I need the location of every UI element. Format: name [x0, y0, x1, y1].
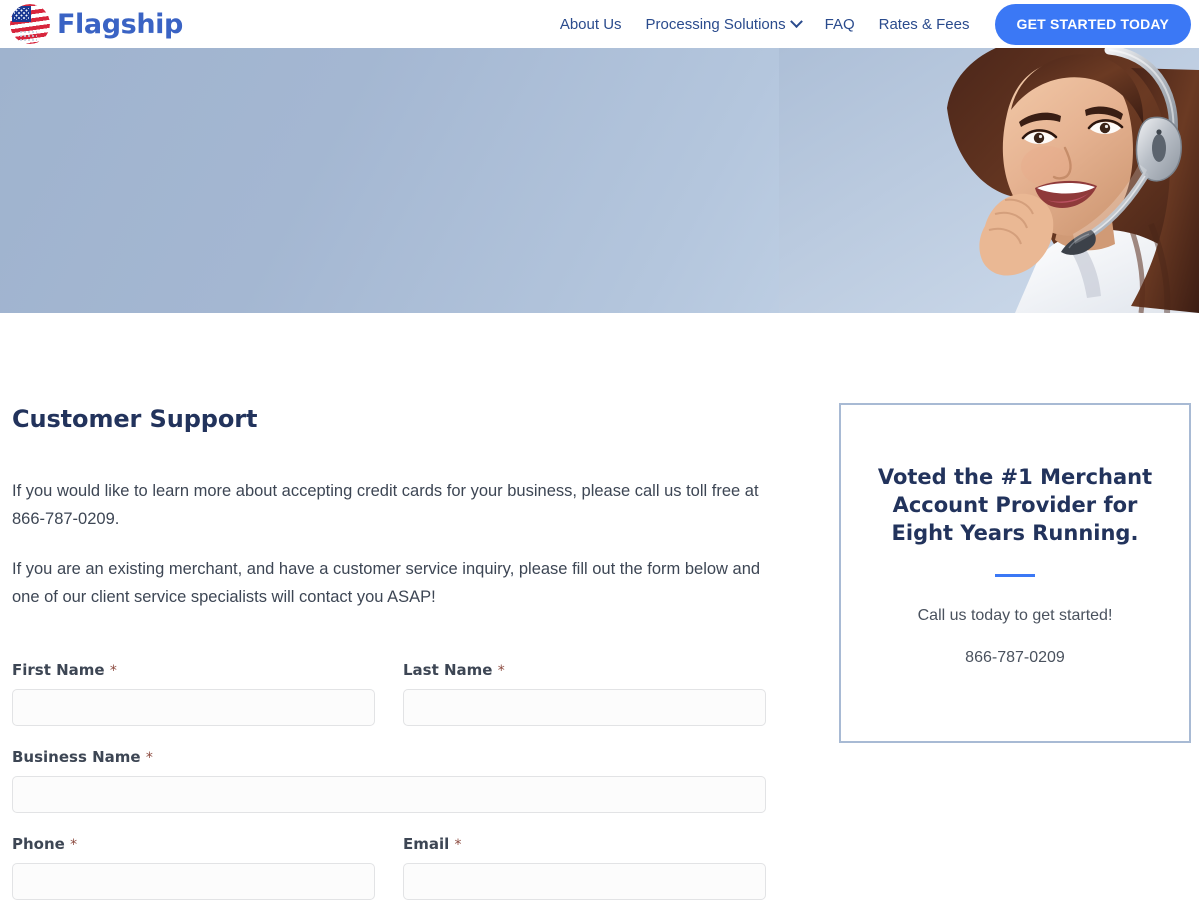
email-input[interactable]	[403, 863, 766, 900]
field-phone: Phone *	[12, 835, 375, 900]
main-navigation: About Us Processing Solutions FAQ Rates …	[548, 3, 1191, 45]
field-label: Last Name *	[403, 661, 766, 679]
required-marker: *	[145, 750, 153, 766]
hero-photo-agent-with-headset	[779, 48, 1199, 313]
nav-item-faq[interactable]: FAQ	[813, 17, 867, 32]
field-label-text: Phone	[12, 835, 65, 853]
promo-card: Voted the #1 Merchant Account Provider f…	[839, 403, 1191, 743]
field-business-name: Business Name *	[12, 748, 766, 813]
customer-support-form: First Name * Last Name * Business Name *…	[12, 661, 798, 900]
field-label: Business Name *	[12, 748, 766, 766]
support-column: Customer Support If you would like to le…	[8, 313, 798, 922]
promo-card-title: Voted the #1 Merchant Account Provider f…	[877, 465, 1153, 545]
site-header: Flagship About Us Processing Solutions F…	[0, 0, 1199, 48]
nav-item-rates-and-fees[interactable]: Rates & Fees	[867, 17, 982, 32]
nav-item-label: Rates & Fees	[878, 15, 970, 33]
brand-logo-link[interactable]: Flagship	[10, 4, 183, 44]
field-email: Email *	[403, 835, 766, 900]
required-marker: *	[497, 663, 505, 679]
field-label-text: Business Name	[12, 748, 141, 766]
promo-card-divider	[995, 574, 1035, 577]
form-row: Business Name *	[12, 748, 798, 813]
promo-card-subtitle: Call us today to get started!	[917, 607, 1113, 624]
nav-item-label: FAQ	[824, 15, 855, 33]
brand-name: Flagship	[57, 8, 183, 40]
field-first-name: First Name *	[12, 661, 375, 726]
field-label-text: Last Name	[403, 661, 493, 679]
required-marker: *	[454, 837, 462, 853]
nav-item-label: Processing Solutions	[645, 15, 786, 33]
page-title: Customer Support	[12, 405, 258, 433]
first-name-input[interactable]	[12, 689, 375, 726]
chevron-down-icon	[789, 14, 803, 28]
required-marker: *	[70, 837, 78, 853]
form-row: Phone * Email *	[12, 835, 798, 900]
field-last-name: Last Name *	[403, 661, 766, 726]
main-content: Customer Support If you would like to le…	[0, 313, 1199, 922]
business-name-input[interactable]	[12, 776, 766, 813]
nav-item-processing-solutions[interactable]: Processing Solutions	[634, 14, 813, 33]
last-name-input[interactable]	[403, 689, 766, 726]
intro-paragraph-2: If you are an existing merchant, and hav…	[12, 560, 761, 606]
phone-input[interactable]	[12, 863, 375, 900]
form-row: First Name * Last Name *	[12, 661, 798, 726]
nav-item-label: About Us	[559, 15, 622, 33]
field-label-text: First Name	[12, 661, 105, 679]
required-marker: *	[109, 663, 117, 679]
field-label: First Name *	[12, 661, 375, 679]
field-label: Email *	[403, 835, 766, 853]
sidebar-column: Voted the #1 Merchant Account Provider f…	[798, 313, 1191, 743]
intro-paragraph-1: If you would like to learn more about ac…	[12, 482, 759, 528]
flag-globe-icon	[10, 4, 50, 44]
field-label-text: Email	[403, 835, 450, 853]
field-label: Phone *	[12, 835, 375, 853]
nav-item-about-us[interactable]: About Us	[548, 17, 634, 32]
hero-banner	[0, 48, 1199, 313]
get-started-today-button[interactable]: GET STARTED TODAY	[994, 3, 1191, 45]
promo-card-phone: 866-787-0209	[965, 649, 1065, 666]
